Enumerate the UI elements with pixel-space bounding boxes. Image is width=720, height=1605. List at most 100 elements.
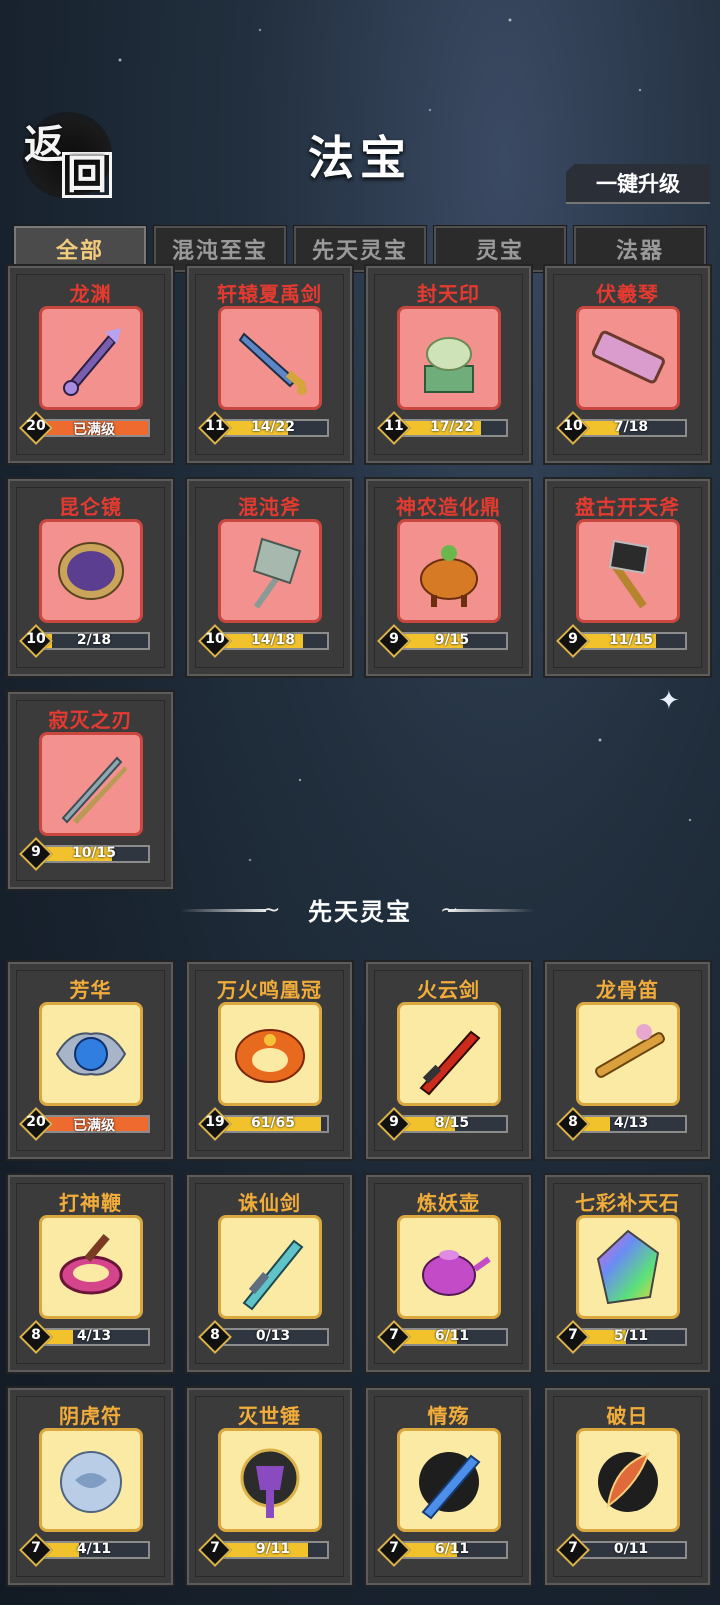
- progress-bar: 4/11: [38, 1541, 150, 1559]
- treasure-card[interactable]: 伏羲琴 7/18 10: [545, 266, 710, 463]
- treasure-image: [576, 1002, 680, 1106]
- treasure-card[interactable]: 打神鞭 4/13 8: [8, 1175, 173, 1372]
- treasure-image: [39, 519, 143, 623]
- progress-bar: 10/15: [38, 845, 150, 863]
- treasure-name: 伏羲琴: [596, 282, 659, 306]
- battle-axe-icon: [608, 539, 650, 609]
- level-text: 7: [568, 1540, 578, 1556]
- teapot-icon: [422, 1250, 491, 1296]
- treasure-image: [576, 519, 680, 623]
- progress-bar: 7/18: [575, 419, 687, 437]
- progress-bar: 9/15: [396, 632, 508, 650]
- progress-text: 17/22: [429, 419, 475, 435]
- progress-text: 已满级: [73, 1118, 115, 1134]
- treasure-image: [397, 519, 501, 623]
- treasure-name: 炼妖壶: [417, 1191, 480, 1215]
- blue-orb-icon: [55, 1032, 127, 1076]
- treasure-card[interactable]: 炼妖壶 6/11 7: [366, 1175, 531, 1372]
- progress-text: 6/11: [434, 1541, 470, 1557]
- treasure-name: 阴虎符: [59, 1404, 122, 1428]
- treasure-card[interactable]: 龙渊 已满级 20: [8, 266, 173, 463]
- progress-text: 5/11: [613, 1328, 649, 1344]
- level-text: 8: [210, 1327, 220, 1343]
- cyan-sword-icon: [242, 1239, 304, 1311]
- level-text: 11: [205, 418, 225, 434]
- progress-text: 11/15: [608, 632, 654, 648]
- progress-bar: 已满级: [38, 1115, 150, 1134]
- zither-icon: [591, 330, 665, 384]
- level-text: 8: [568, 1114, 578, 1130]
- level-text: 10: [563, 418, 583, 434]
- treasure-image: [39, 732, 143, 836]
- treasure-card[interactable]: 诛仙剑 0/13 8: [187, 1175, 352, 1372]
- progress-text: 61/65: [250, 1115, 296, 1131]
- level-text: 8: [31, 1327, 41, 1343]
- treasure-name: 神农造化鼎: [396, 495, 501, 519]
- treasure-image: [218, 1002, 322, 1106]
- cauldron-icon: [420, 545, 478, 607]
- treasure-card[interactable]: 芳华 已满级 20: [8, 962, 173, 1159]
- treasure-card[interactable]: 万火鸣凰冠 61/65 19: [187, 962, 352, 1159]
- progress-text: 14/18: [250, 632, 296, 648]
- mirror-icon: [58, 542, 124, 600]
- treasure-card[interactable]: 神农造化鼎 9/15 9: [366, 479, 531, 676]
- progress-bar: 2/18: [38, 632, 150, 650]
- treasure-image: [39, 1215, 143, 1319]
- treasure-name: 封天印: [417, 282, 480, 306]
- progress-bar: 8/15: [396, 1115, 508, 1133]
- progress-text: 已满级: [73, 422, 115, 438]
- hammer-icon: [240, 1448, 300, 1518]
- treasure-name: 盘古开天斧: [575, 495, 680, 519]
- progress-text: 9/15: [434, 632, 470, 648]
- treasure-image: [576, 1428, 680, 1532]
- chaos-treasure-grid: 龙渊 已满级 20 轩辕夏禹剑 14/22 11 封天印 17/22 11 伏羲琴 7/18 10 昆仑…: [8, 266, 710, 889]
- treasure-name: 情殇: [427, 1404, 470, 1428]
- treasure-card[interactable]: 混沌斧 14/18 10: [187, 479, 352, 676]
- progress-bar: 6/11: [396, 1328, 508, 1346]
- level-text: 9: [31, 844, 41, 860]
- treasure-card[interactable]: 火云剑 8/15 9: [366, 962, 531, 1159]
- treasure-card[interactable]: 阴虎符 4/11 7: [8, 1388, 173, 1585]
- treasure-name: 芳华: [69, 978, 112, 1002]
- treasure-card[interactable]: 龙骨笛 4/13 8: [545, 962, 710, 1159]
- treasure-image: [39, 1428, 143, 1532]
- treasure-image: [397, 1428, 501, 1532]
- treasure-card[interactable]: 灭世锤 9/11 7: [187, 1388, 352, 1585]
- ice-sword-icon: [419, 1452, 481, 1520]
- level-text: 9: [389, 631, 399, 647]
- progress-text: 4/11: [76, 1541, 112, 1557]
- treasure-card[interactable]: 封天印 17/22 11: [366, 266, 531, 463]
- treasure-card[interactable]: 盘古开天斧 11/15 9: [545, 479, 710, 676]
- treasure-image: [218, 519, 322, 623]
- progress-bar: 4/13: [38, 1328, 150, 1346]
- progress-bar: 14/22: [217, 419, 329, 437]
- section-title: 先天灵宝: [308, 898, 412, 926]
- progress-bar: 61/65: [217, 1115, 329, 1133]
- treasure-card[interactable]: 七彩补天石 5/11 7: [545, 1175, 710, 1372]
- treasure-name: 灭世锤: [238, 1404, 301, 1428]
- level-text: 7: [389, 1540, 399, 1556]
- treasure-card[interactable]: 情殇 6/11 7: [366, 1388, 531, 1585]
- level-text: 7: [568, 1327, 578, 1343]
- progress-text: 4/13: [76, 1328, 112, 1344]
- level-text: 9: [568, 631, 578, 647]
- rainbow-crystal-icon: [596, 1229, 660, 1305]
- treasure-card[interactable]: 轩辕夏禹剑 14/22 11: [187, 266, 352, 463]
- treasure-image: [576, 306, 680, 410]
- one-click-upgrade-button[interactable]: 一键升级: [566, 164, 710, 204]
- treasure-image: [397, 1002, 501, 1106]
- treasure-name: 火云剑: [417, 978, 480, 1002]
- treasure-card[interactable]: 破日 0/11 7: [545, 1388, 710, 1585]
- treasure-image: [218, 1215, 322, 1319]
- treasure-image: [397, 1215, 501, 1319]
- progress-bar: 17/22: [396, 419, 508, 437]
- treasure-name: 混沌斧: [238, 495, 301, 519]
- treasure-card[interactable]: 寂灭之刃 10/15 9: [8, 692, 173, 889]
- progress-bar: 6/11: [396, 1541, 508, 1559]
- treasure-name: 破日: [606, 1404, 649, 1428]
- sun-blade-icon: [598, 1452, 658, 1512]
- treasure-name: 万火鸣凰冠: [217, 978, 322, 1002]
- treasure-image: [576, 1215, 680, 1319]
- treasure-image: [39, 1002, 143, 1106]
- treasure-card[interactable]: 昆仑镜 2/18 10: [8, 479, 173, 676]
